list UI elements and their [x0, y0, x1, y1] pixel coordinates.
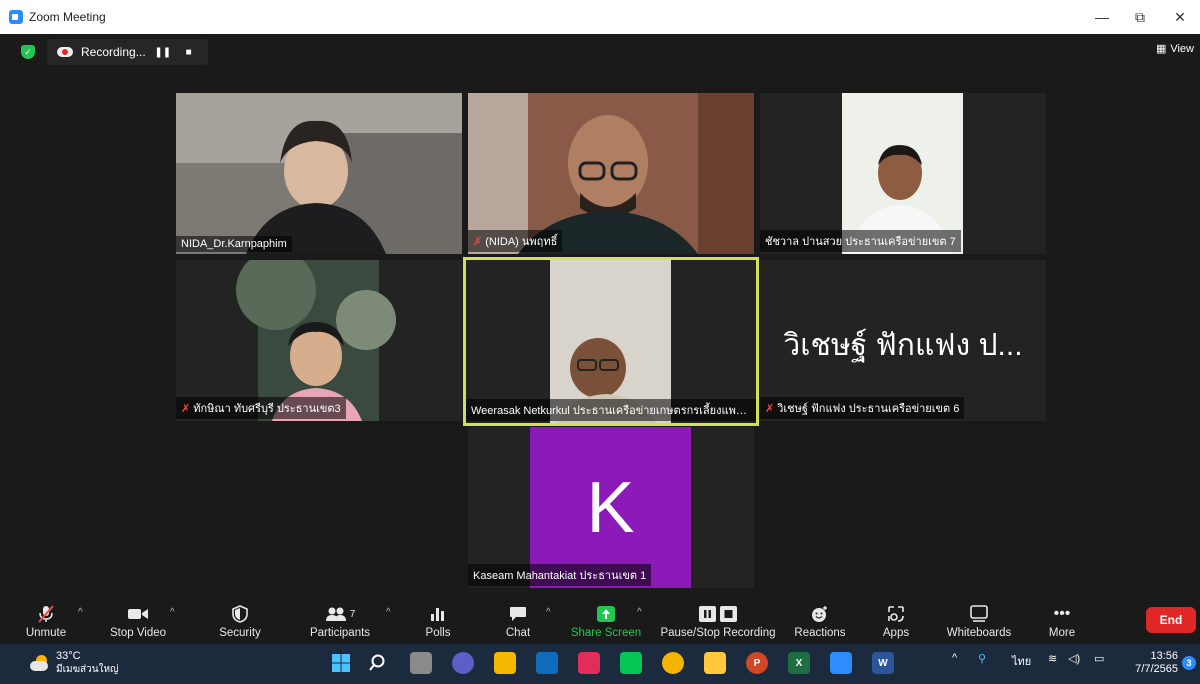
recording-indicator: Recording... ❚❚ ■ [47, 39, 208, 65]
battery-icon[interactable]: ▭ [1094, 652, 1104, 665]
video-tile[interactable]: K Kaseam Mahantakiat ประธานเขต 1 [468, 427, 754, 588]
whiteboard-icon [969, 603, 989, 625]
share-screen-button[interactable]: Share Screen [570, 598, 642, 644]
temperature: 33°C [56, 650, 81, 662]
muted-mic-icon: ✗ [765, 403, 775, 415]
clock-time: 13:56 [1150, 650, 1178, 662]
task-view-icon[interactable] [410, 652, 432, 674]
security-button[interactable]: Security [212, 598, 268, 644]
system-clock[interactable]: 13:56 7/7/2565 [1135, 650, 1178, 676]
participant-name: ✗ (NIDA) นพฤทธิ์ [468, 230, 563, 252]
whiteboards-button[interactable]: Whiteboards [942, 598, 1016, 644]
unmute-button[interactable]: Unmute [26, 598, 66, 644]
apps-button[interactable]: Apps [876, 598, 916, 644]
word-icon[interactable]: W [872, 652, 894, 674]
more-dots-icon: ••• [1053, 605, 1071, 622]
powerpoint-icon[interactable]: P [746, 652, 768, 674]
chat-button[interactable]: Chat [498, 598, 538, 644]
chat-bubble-icon [509, 603, 527, 625]
speaker-volume-icon[interactable]: ◁) [1068, 652, 1080, 665]
widgets-icon[interactable] [494, 652, 516, 674]
pause-stop-recording-button[interactable]: Pause/Stop Recording [658, 598, 778, 644]
tray-overflow-icon[interactable]: ^ [952, 652, 957, 664]
participants-options-caret-icon[interactable]: ^ [386, 607, 391, 618]
meeting-top-bar: ✓ Recording... ❚❚ ■ [0, 34, 1200, 70]
stop-video-button[interactable]: Stop Video [106, 598, 170, 644]
line-app-icon[interactable] [620, 652, 642, 674]
title-bar: Zoom Meeting [0, 0, 1200, 34]
partly-cloudy-icon [30, 655, 50, 671]
reactions-button[interactable]: Reactions [792, 598, 848, 644]
zoom-taskbar-icon[interactable] [830, 652, 852, 674]
start-windows-icon[interactable] [330, 652, 352, 674]
video-tile[interactable]: ✗ ทักษิณา ทับศรีบุรี ประธานเขต3 [176, 260, 462, 421]
smiley-face-icon [811, 603, 829, 625]
pause-stop-recording-icon [698, 603, 738, 625]
participant-name: NIDA_Dr.Karnpaphim [176, 236, 292, 252]
stop-recording-icon[interactable]: ■ [180, 43, 198, 61]
chrome-icon[interactable] [662, 652, 684, 674]
participant-video [176, 93, 462, 254]
apps-icon [887, 603, 905, 625]
active-speaker-tile[interactable]: Weerasak Netkurkul ประธานเครือข่ายเกษตรก… [463, 257, 759, 426]
clock-date: 7/7/2565 [1135, 663, 1178, 675]
participant-count: 7 [349, 608, 356, 620]
polls-button[interactable]: Polls [418, 598, 458, 644]
minimize-button[interactable]: — [1082, 0, 1122, 34]
weather-widget[interactable]: 33°C มีเมฆส่วนใหญ่ [30, 650, 119, 676]
muted-mic-icon: ✗ [181, 403, 191, 415]
notification-badge[interactable]: 3 [1182, 656, 1196, 670]
muted-microphone-icon [36, 603, 56, 625]
excel-icon[interactable]: X [788, 652, 810, 674]
polls-bar-chart-icon [430, 603, 446, 625]
video-tile[interactable]: ชัชวาล ปานสวย ประธานเครือข่ายเขต 7 [760, 93, 1046, 254]
view-button[interactable]: ▦ View [1155, 42, 1194, 56]
search-icon[interactable] [366, 652, 388, 674]
close-button[interactable]: ✕ [1160, 0, 1200, 34]
weather-description: มีเมฆส่วนใหญ่ [56, 664, 119, 675]
participant-name: Kaseam Mahantakiat ประธานเขต 1 [468, 564, 652, 586]
participants-icon: 7 [325, 603, 356, 625]
mail-icon[interactable] [536, 652, 558, 674]
video-tile[interactable]: NIDA_Dr.Karnpaphim [176, 93, 462, 254]
view-label: View [1170, 42, 1194, 55]
muted-mic-icon: ✗ [473, 236, 483, 248]
pause-recording-icon[interactable]: ❚❚ [154, 43, 172, 61]
zoom-app-icon [9, 10, 23, 24]
participant-display-name: วิเชษฐ์ ฟักแฟง ป... [783, 329, 1023, 362]
share-options-caret-icon[interactable]: ^ [637, 607, 642, 618]
participant-name: ชัชวาล ปานสวย ประธานเครือข่ายเขต 7 [760, 230, 961, 252]
microphone-in-use-icon[interactable]: ⚲ [978, 652, 986, 665]
video-tile[interactable]: ✗ (NIDA) นพฤทธิ์ [468, 93, 754, 254]
more-button[interactable]: ••• More [1042, 598, 1082, 644]
video-options-caret-icon[interactable]: ^ [170, 607, 175, 618]
share-screen-icon [596, 603, 616, 625]
window-title: Zoom Meeting [29, 10, 106, 24]
end-meeting-button[interactable]: End [1146, 607, 1196, 633]
input-language[interactable]: ไทย [1012, 652, 1031, 670]
security-shield-icon [232, 603, 248, 625]
file-explorer-icon[interactable] [704, 652, 726, 674]
wifi-icon[interactable]: ≋ [1048, 652, 1057, 665]
audio-options-caret-icon[interactable]: ^ [78, 607, 83, 618]
participant-name: ✗ ทักษิณา ทับศรีบุรี ประธานเขต3 [176, 397, 346, 419]
recording-label: Recording... [81, 45, 146, 59]
encryption-shield-icon[interactable]: ✓ [21, 45, 35, 59]
teams-chat-icon[interactable] [452, 652, 474, 674]
participant-name: Weerasak Netkurkul ประธานเครือข่ายเกษตรก… [466, 399, 756, 421]
restore-button[interactable]: ⧉ [1120, 0, 1160, 34]
participants-button[interactable]: 7 Participants [304, 598, 376, 644]
chat-options-caret-icon[interactable]: ^ [546, 607, 551, 618]
gift-app-icon[interactable] [578, 652, 600, 674]
video-tile[interactable]: วิเชษฐ์ ฟักแฟง ป... ✗ วิเชษฐ์ ฟักแฟง ประธ… [760, 260, 1046, 421]
video-camera-icon [127, 603, 149, 625]
cloud-recording-icon [57, 47, 73, 57]
grid-view-icon: ▦ [1155, 43, 1167, 55]
participant-name: ✗ วิเชษฐ์ ฟักแฟง ประธานเครือข่ายเขต 6 [760, 397, 965, 419]
